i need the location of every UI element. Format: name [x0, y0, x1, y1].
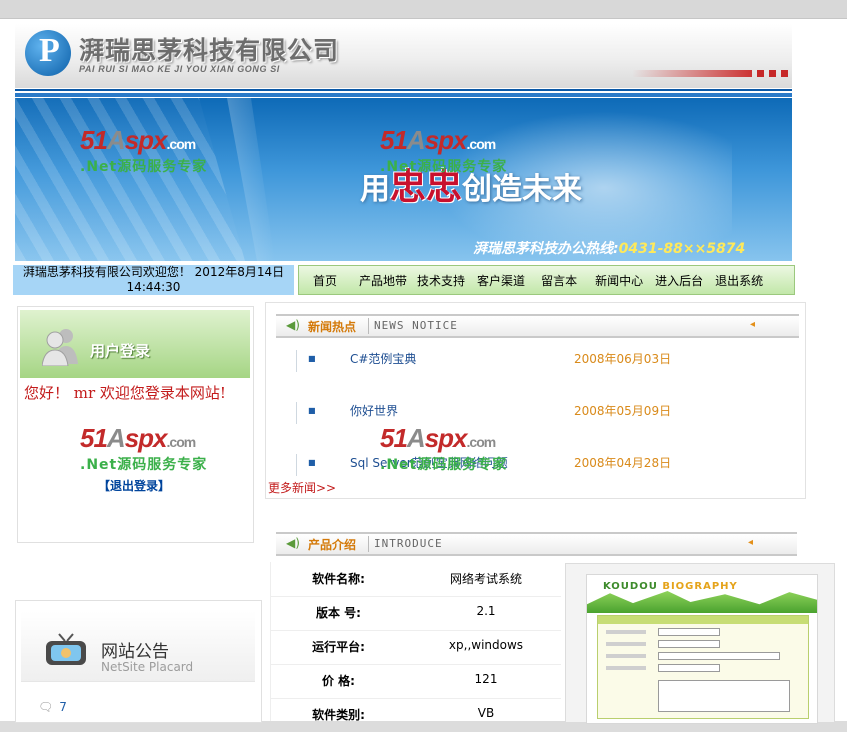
- news-title: 新闻热点: [308, 320, 357, 334]
- welcome-bar: 湃瑞思茅科技有限公司欢迎您！ 2012年8月14日 14:44:30: [13, 265, 294, 295]
- banner-hotline: 湃瑞思茅科技办公热线:0431-88××5874: [473, 238, 745, 258]
- notice-box: 网站公告 NetSite Placard 🗨 7: [15, 600, 262, 723]
- product-value: 网络考试系统: [449, 572, 522, 586]
- bullet-icon: ■: [308, 406, 316, 415]
- login-header: 用户登录: [20, 310, 250, 378]
- news-item: ■ Sql Server范例宝典网络问题 2008年04月28日: [296, 454, 757, 476]
- nav-home[interactable]: 首页: [313, 272, 337, 289]
- screenshot-grass: [587, 591, 817, 613]
- login-title: 用户登录: [90, 342, 151, 360]
- product-value: VB: [477, 706, 495, 720]
- nav-news[interactable]: 新闻中心: [595, 272, 643, 289]
- notice-item-text: 7: [59, 700, 67, 714]
- product-table: 软件名称: 网络考试系统 版本 号: 2.1 运行平台: xp,,windows…: [270, 562, 561, 722]
- nav-products[interactable]: 产品地带: [359, 272, 407, 289]
- notice-title: 网站公告: [101, 642, 169, 662]
- more-news-link[interactable]: 更多新闻>>: [268, 479, 336, 496]
- product-header: ◀) 产品介绍 INTRODUCE ◂: [276, 532, 797, 556]
- welcome-time: 14:44:30: [126, 280, 181, 294]
- slogan-post: 创造未来: [462, 172, 583, 207]
- product-label: 软件类别:: [312, 708, 365, 722]
- header-square-1: [757, 70, 764, 77]
- news-header: ◀) 新闻热点 NEWS NOTICE ◂: [276, 314, 799, 338]
- header-separator: [368, 318, 369, 334]
- news-item-date: 2008年04月28日: [574, 456, 672, 470]
- bullet-icon: ■: [308, 458, 316, 467]
- header-divider-2: [15, 93, 792, 97]
- banner: 用忠忠创造未来 湃瑞思茅科技办公热线:0431-88××5874: [15, 98, 792, 261]
- company-name: 湃瑞思茅科技有限公司: [79, 36, 340, 65]
- browser-top-bar: [0, 0, 847, 19]
- notice-header: 网站公告 NetSite Placard: [21, 611, 255, 682]
- header-square-2: [769, 70, 776, 77]
- news-item-date: 2008年06月03日: [574, 352, 672, 366]
- nav-channels[interactable]: 客户渠道: [477, 272, 525, 289]
- news-item-title[interactable]: 你好世界: [350, 402, 398, 419]
- product-value: xp,,windows: [448, 638, 524, 652]
- nav-support[interactable]: 技术支持: [417, 272, 465, 289]
- product-label: 价 格:: [322, 674, 355, 688]
- arrow-left-icon: ◂: [747, 537, 753, 548]
- speaker-icon: ◀): [286, 536, 300, 550]
- screenshot-form: [597, 615, 809, 719]
- tv-icon: [46, 633, 86, 665]
- product-title-en: INTRODUCE: [374, 537, 443, 550]
- product-label: 运行平台:: [312, 640, 365, 654]
- banner-slogan: 用忠忠创造未来: [360, 158, 582, 210]
- news-title-en: NEWS NOTICE: [374, 319, 458, 332]
- logo-letter: P: [39, 32, 60, 69]
- product-row: 价 格: 121: [271, 664, 561, 699]
- login-greeting: 您好！ mr 欢迎您登录本网站!: [24, 384, 226, 402]
- company-pinyin: PAI RUI SI MAO KE JI YOU XIAN GONG SI: [79, 64, 280, 74]
- banner-building: [15, 98, 245, 261]
- news-item-title[interactable]: Sql Server范例宝典网络问题: [350, 454, 508, 471]
- nav-logout[interactable]: 退出系统: [715, 272, 763, 289]
- screenshot-preview: KOUDOU BIOGRAPHY: [586, 574, 818, 724]
- nav-guestbook[interactable]: 留言本: [541, 272, 577, 289]
- product-value: 121: [474, 672, 498, 686]
- product-value: 2.1: [476, 604, 496, 618]
- main-nav: 首页 产品地带 技术支持 客户渠道 留言本 新闻中心 进入后台 退出系统: [298, 265, 795, 295]
- logout-link[interactable]: 【退出登录】: [98, 477, 170, 494]
- nav-admin[interactable]: 进入后台: [655, 272, 703, 289]
- header-divider: [15, 89, 792, 91]
- site-header: P 湃瑞思茅科技有限公司 PAI RUI SI MAO KE JI YOU XI…: [15, 24, 792, 88]
- product-row: 软件类别: VB: [271, 698, 561, 732]
- slogan-pre: 用: [360, 172, 390, 207]
- product-row: 运行平台: xp,,windows: [271, 630, 561, 665]
- product-title: 产品介绍: [308, 538, 357, 552]
- product-label: 版本 号:: [316, 606, 361, 620]
- product-row: 软件名称: 网络考试系统: [271, 562, 561, 597]
- hotline-number: 0431-88××5874: [618, 241, 746, 257]
- arrow-left-icon: ◂: [749, 319, 755, 330]
- slogan-red: 忠忠: [390, 167, 463, 208]
- bullet-icon: ■: [308, 354, 316, 363]
- news-item: ■ C#范例宝典 2008年06月03日: [296, 350, 757, 372]
- welcome-text: 湃瑞思茅科技有限公司欢迎您！ 2012年8月14日: [22, 265, 285, 279]
- notice-item[interactable]: 🗨 7: [38, 700, 67, 714]
- message-icon: 🗨: [38, 700, 54, 714]
- hotline-label: 湃瑞思茅科技办公热线:: [473, 241, 619, 257]
- notice-title-en: NetSite Placard: [101, 660, 194, 674]
- header-separator: [368, 536, 369, 552]
- news-item-title[interactable]: C#范例宝典: [350, 350, 416, 367]
- product-label: 软件名称:: [312, 572, 365, 586]
- news-item: ■ 你好世界 2008年05月09日: [296, 402, 757, 424]
- product-row: 版本 号: 2.1: [271, 596, 561, 631]
- screenshot-title: KOUDOU BIOGRAPHY: [603, 581, 738, 592]
- header-stripe: [632, 70, 752, 77]
- page: P 湃瑞思茅科技有限公司 PAI RUI SI MAO KE JI YOU XI…: [0, 0, 847, 724]
- header-square-3: [781, 70, 788, 77]
- speaker-icon: ◀): [286, 318, 300, 332]
- users-icon: [42, 329, 78, 366]
- news-item-date: 2008年05月09日: [574, 404, 672, 418]
- login-box: 用户登录 您好！ mr 欢迎您登录本网站! 【退出登录】: [17, 306, 254, 543]
- product-screenshot[interactable]: KOUDOU BIOGRAPHY: [565, 563, 835, 724]
